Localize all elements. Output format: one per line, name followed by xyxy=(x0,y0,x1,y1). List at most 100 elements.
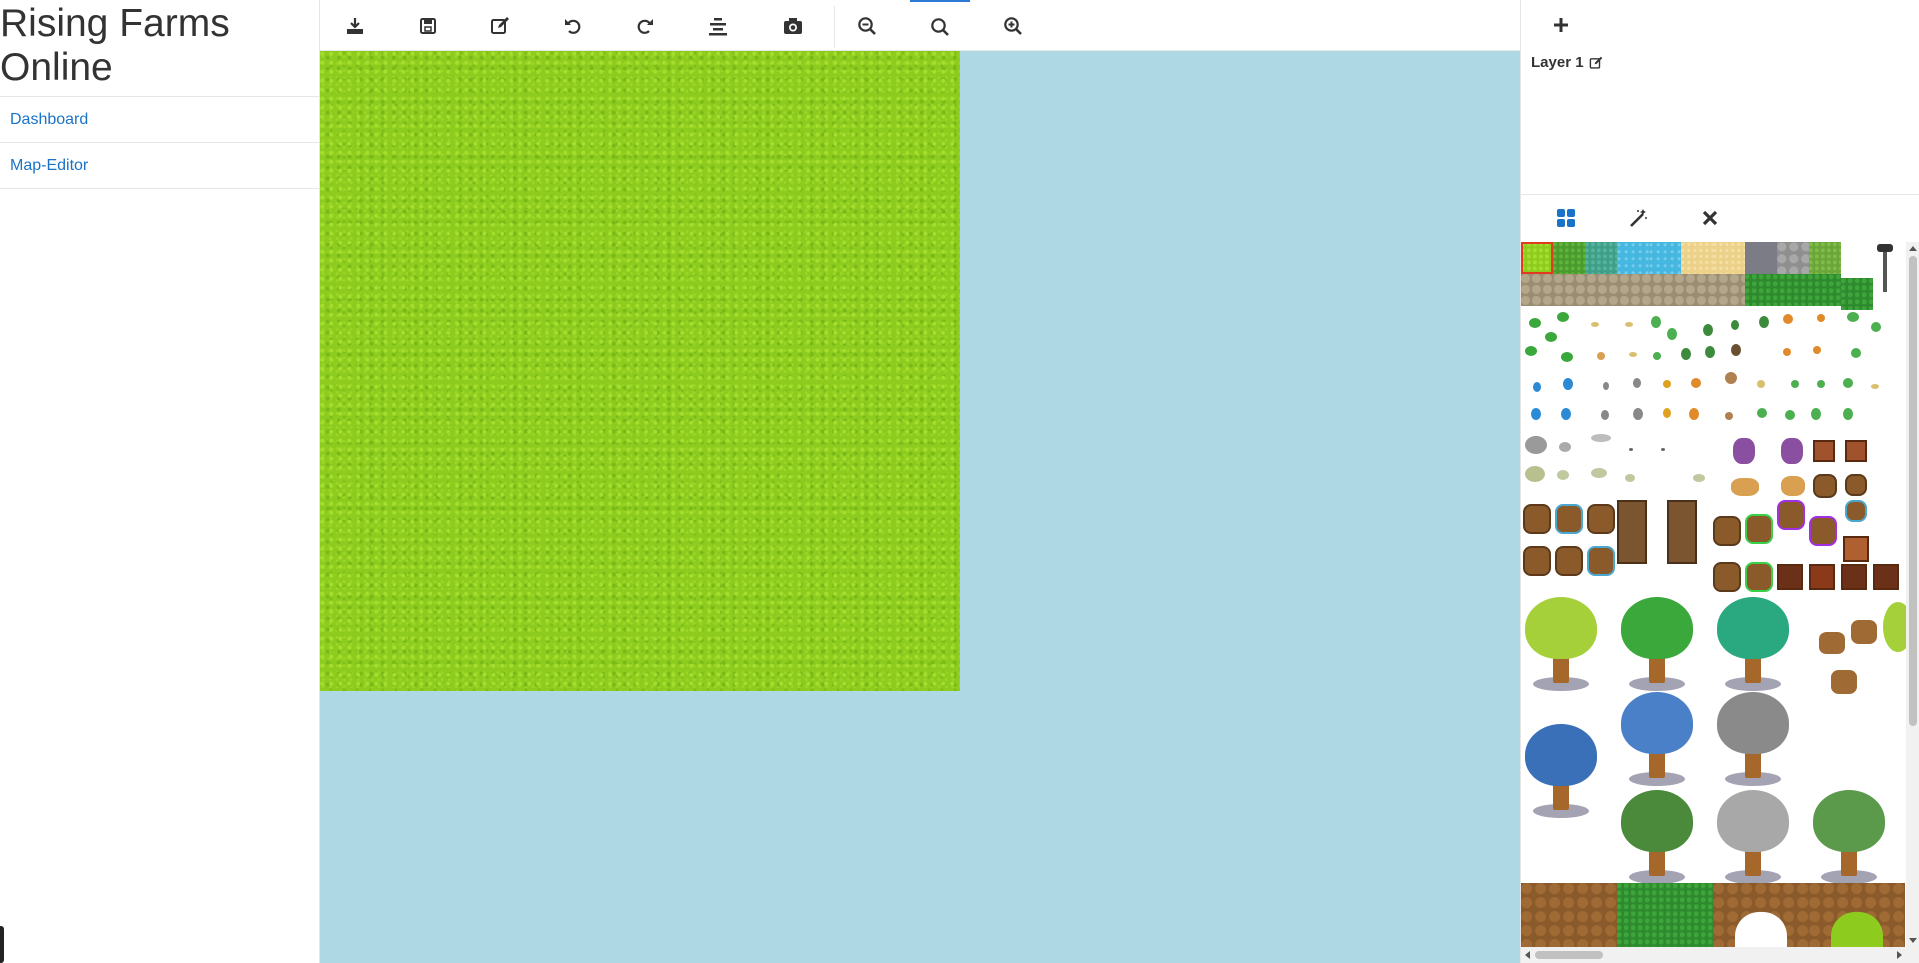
save-button[interactable] xyxy=(398,0,458,51)
tree-partial-sprite[interactable] xyxy=(1883,602,1906,652)
tile-hedge[interactable] xyxy=(1745,274,1841,306)
sidebar-item-map-editor[interactable]: Map-Editor xyxy=(0,143,319,189)
sidebar-collapse-handle[interactable] xyxy=(0,926,4,963)
scroll-left-arrow[interactable] xyxy=(1525,951,1530,959)
purple-barrel-sprite[interactable] xyxy=(1809,516,1837,546)
scrollbar-thumb[interactable] xyxy=(1535,951,1603,959)
tileset-horizontal-scrollbar[interactable] xyxy=(1521,947,1919,963)
tree-gray-sprite[interactable] xyxy=(1713,692,1793,792)
barrel-sprite[interactable] xyxy=(1523,504,1551,534)
tile-cobblestone[interactable] xyxy=(1521,274,1745,306)
tile-sand[interactable] xyxy=(1681,242,1713,274)
align-button[interactable] xyxy=(688,0,748,51)
tile-slate[interactable] xyxy=(1745,242,1777,274)
zoom-reset-button[interactable] xyxy=(910,0,970,51)
chest-sprite[interactable] xyxy=(1777,564,1803,590)
export-button[interactable] xyxy=(325,0,385,51)
redo-button[interactable] xyxy=(615,0,675,51)
door-sprite[interactable] xyxy=(1667,500,1697,564)
zoom-in-button[interactable] xyxy=(983,0,1043,51)
close-icon xyxy=(1702,210,1718,226)
crate-sprite[interactable] xyxy=(1813,440,1835,462)
align-center-icon xyxy=(709,17,727,35)
chest-sprite[interactable] xyxy=(1873,564,1899,590)
purple-barrel-sprite[interactable] xyxy=(1777,500,1805,530)
undo-button[interactable] xyxy=(543,0,603,51)
edit-map-button[interactable] xyxy=(470,0,530,51)
tileset-palette[interactable] xyxy=(1521,242,1906,947)
tile-teal-grass[interactable] xyxy=(1585,242,1617,274)
zoom-out-button[interactable] xyxy=(837,0,897,51)
download-icon xyxy=(347,17,363,34)
tree-blue-sprite[interactable] xyxy=(1617,692,1697,792)
tile-moss-grass[interactable] xyxy=(1809,242,1841,274)
tree-stump-sprite[interactable] xyxy=(1851,620,1877,644)
tree-teal-sprite[interactable] xyxy=(1713,597,1793,697)
tree-stump-sprite[interactable] xyxy=(1819,632,1845,654)
tile-dark-grass[interactable] xyxy=(1553,242,1585,274)
water-barrel-sprite[interactable] xyxy=(1555,504,1583,534)
tile-water[interactable] xyxy=(1617,242,1649,274)
tile-sand[interactable] xyxy=(1713,242,1745,274)
tab-erase[interactable] xyxy=(1675,196,1745,240)
purple-jar-sprite[interactable] xyxy=(1733,438,1755,464)
green-barrel-sprite[interactable] xyxy=(1745,514,1773,544)
toolbar xyxy=(320,0,1520,51)
tree-dark-green-sprite[interactable] xyxy=(1617,790,1697,890)
tree-green-sprite[interactable] xyxy=(1617,597,1697,697)
right-panel: Layer 1 xyxy=(1520,0,1919,963)
tab-tiles[interactable] xyxy=(1531,196,1601,240)
table-sprite[interactable] xyxy=(1731,478,1759,496)
plus-icon xyxy=(1554,18,1568,32)
edit-icon[interactable] xyxy=(1589,56,1603,70)
plant-sprites[interactable] xyxy=(1521,308,1906,498)
sidebar-item-dashboard[interactable]: Dashboard xyxy=(0,97,319,143)
screenshot-button[interactable] xyxy=(763,0,823,51)
tab-auto-tile[interactable] xyxy=(1603,196,1673,240)
barrel-sprite[interactable] xyxy=(1713,516,1741,546)
door-sprite[interactable] xyxy=(1617,500,1647,564)
purple-jar-sprite[interactable] xyxy=(1781,438,1803,464)
chest-sprite[interactable] xyxy=(1809,564,1835,590)
crate-sprite[interactable] xyxy=(1845,440,1867,462)
hedge-block-tile[interactable] xyxy=(1617,883,1713,947)
tree-blue-sprite[interactable] xyxy=(1521,724,1601,824)
tile-grass[interactable] xyxy=(1521,242,1553,274)
tile-water[interactable] xyxy=(1649,242,1681,274)
add-layer-button[interactable] xyxy=(1546,10,1576,40)
dirt-cliff-tile[interactable] xyxy=(1521,883,1617,947)
tile-rock[interactable] xyxy=(1777,242,1809,274)
map-editor-app: Rising Farms Online Dashboard Map-Editor xyxy=(0,0,1919,963)
tileset-vertical-scrollbar[interactable] xyxy=(1906,242,1919,947)
crate-sprite[interactable] xyxy=(1843,536,1869,562)
layer-item[interactable]: Layer 1 xyxy=(1531,54,1603,71)
scroll-up-arrow[interactable] xyxy=(1909,246,1917,251)
map-canvas[interactable] xyxy=(320,51,1520,963)
tree-stump-sprite[interactable] xyxy=(1831,670,1857,694)
barrel-sprite[interactable] xyxy=(1713,562,1741,592)
floppy-disk-icon xyxy=(420,17,436,34)
scroll-right-arrow[interactable] xyxy=(1897,951,1902,959)
scroll-down-arrow[interactable] xyxy=(1909,938,1917,943)
scrollbar-thumb[interactable] xyxy=(1909,256,1917,726)
water-barrel-sprite[interactable] xyxy=(1845,500,1867,522)
barrel-sprite[interactable] xyxy=(1555,546,1583,576)
tree-silver-sprite[interactable] xyxy=(1713,790,1793,890)
map-grass-layer[interactable] xyxy=(320,51,960,691)
palette-tabs xyxy=(1521,196,1919,240)
water-barrel-sprite[interactable] xyxy=(1587,546,1615,576)
barrel-sprite[interactable] xyxy=(1587,504,1615,534)
pot-sprite[interactable] xyxy=(1845,474,1867,496)
barrel-sprite[interactable] xyxy=(1523,546,1551,576)
table-sprite[interactable] xyxy=(1781,476,1805,496)
lamp-post-sprite[interactable] xyxy=(1883,246,1887,292)
chest-sprite[interactable] xyxy=(1841,564,1867,590)
tree-lime-sprite[interactable] xyxy=(1521,597,1601,697)
tree-forest-sprite[interactable] xyxy=(1809,790,1889,890)
zoom-in-icon xyxy=(1004,16,1022,35)
green-barrel-sprite[interactable] xyxy=(1745,562,1773,592)
layer-name: Layer 1 xyxy=(1531,54,1584,71)
pot-sprite[interactable] xyxy=(1813,474,1837,498)
grid-icon xyxy=(1557,209,1575,227)
tile-hedge[interactable] xyxy=(1841,278,1873,310)
